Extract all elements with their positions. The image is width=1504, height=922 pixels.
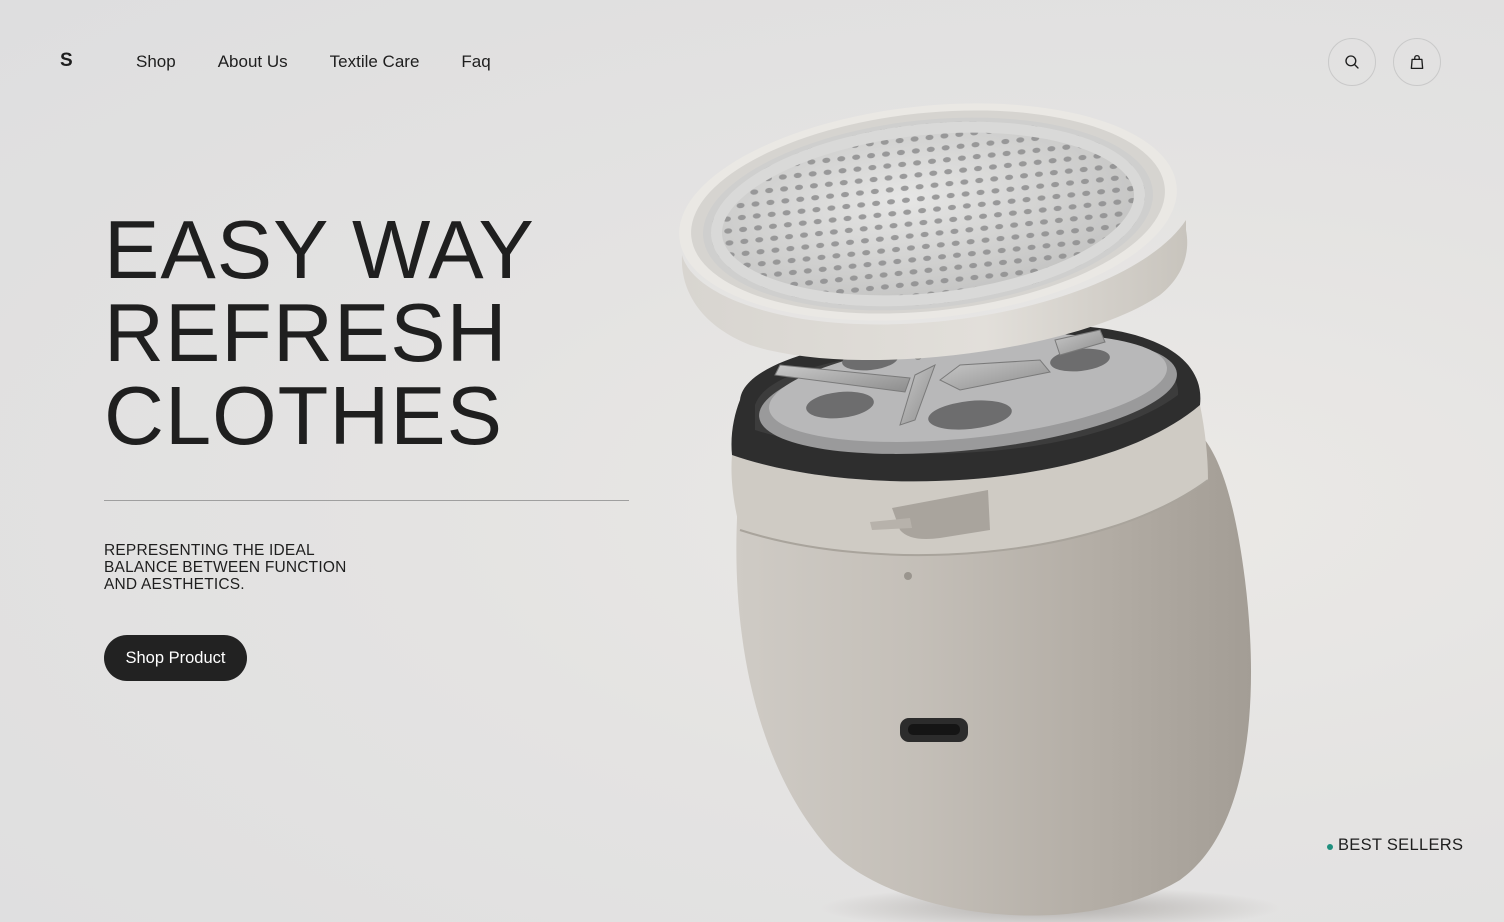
search-button[interactable] <box>1328 38 1376 86</box>
hero-divider <box>104 500 629 501</box>
shop-product-button[interactable]: Shop Product <box>104 635 247 681</box>
nav-faq[interactable]: Faq <box>461 52 490 72</box>
shopping-bag-icon <box>1410 54 1424 70</box>
hero-subtext: REPRESENTING THE IDEAL BALANCE BETWEEN F… <box>104 542 404 593</box>
nav-about-us[interactable]: About Us <box>218 52 288 72</box>
hero-headline: EASY WAY REFRESH CLOTHES <box>104 208 535 457</box>
product-image <box>679 101 1280 922</box>
subtext-line-3: AND AESTHETICS. <box>104 576 245 593</box>
nav-textile-care[interactable]: Textile Care <box>330 52 420 72</box>
headline-line-1: EASY WAY <box>104 203 535 296</box>
best-sellers-link[interactable]: BEST SELLERS <box>1327 836 1463 855</box>
subtext-line-1: REPRESENTING THE IDEAL <box>104 542 315 559</box>
headline-line-3: CLOTHES <box>104 369 504 462</box>
best-sellers-label: BEST SELLERS <box>1338 836 1464 854</box>
headline-line-2: REFRESH <box>104 286 508 379</box>
cart-button[interactable] <box>1393 38 1441 86</box>
status-dot <box>1327 844 1333 850</box>
nav-shop[interactable]: Shop <box>136 52 176 72</box>
main-nav: Shop About Us Textile Care Faq <box>136 52 491 72</box>
brand-logo[interactable]: S <box>60 50 73 72</box>
subtext-line-2: BALANCE BETWEEN FUNCTION <box>104 559 347 576</box>
search-icon <box>1345 55 1359 69</box>
landing-page: S Shop About Us Textile Care Faq EASY WA… <box>0 0 1504 922</box>
